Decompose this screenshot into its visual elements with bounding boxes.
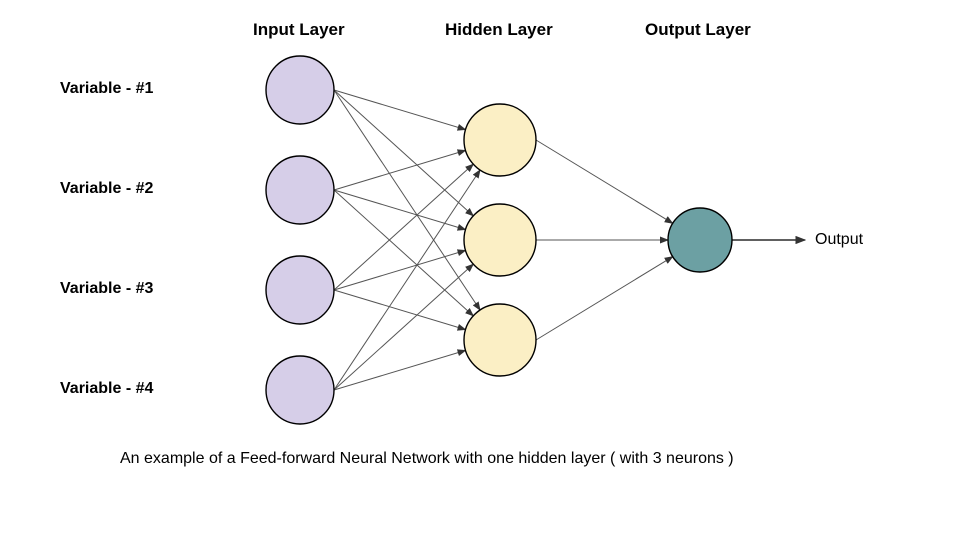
edge [334, 90, 480, 310]
hidden-node-2 [464, 204, 536, 276]
hidden-node-1 [464, 104, 536, 176]
edge [334, 290, 466, 330]
edge [334, 250, 466, 290]
edge [334, 164, 473, 290]
edge [334, 264, 473, 390]
hidden-node-3 [464, 304, 536, 376]
edge [536, 257, 673, 340]
neural-network-diagram [0, 0, 960, 540]
output-node [668, 208, 732, 272]
input-node-3 [266, 256, 334, 324]
input-node-1 [266, 56, 334, 124]
edge [334, 190, 466, 230]
edges-group [334, 90, 805, 390]
edge [536, 140, 673, 223]
edge [334, 90, 473, 216]
edge [334, 90, 466, 130]
edge [334, 190, 473, 316]
input-node-4 [266, 356, 334, 424]
edge [334, 170, 480, 390]
edge [334, 350, 466, 390]
edge [334, 150, 466, 190]
input-node-2 [266, 156, 334, 224]
